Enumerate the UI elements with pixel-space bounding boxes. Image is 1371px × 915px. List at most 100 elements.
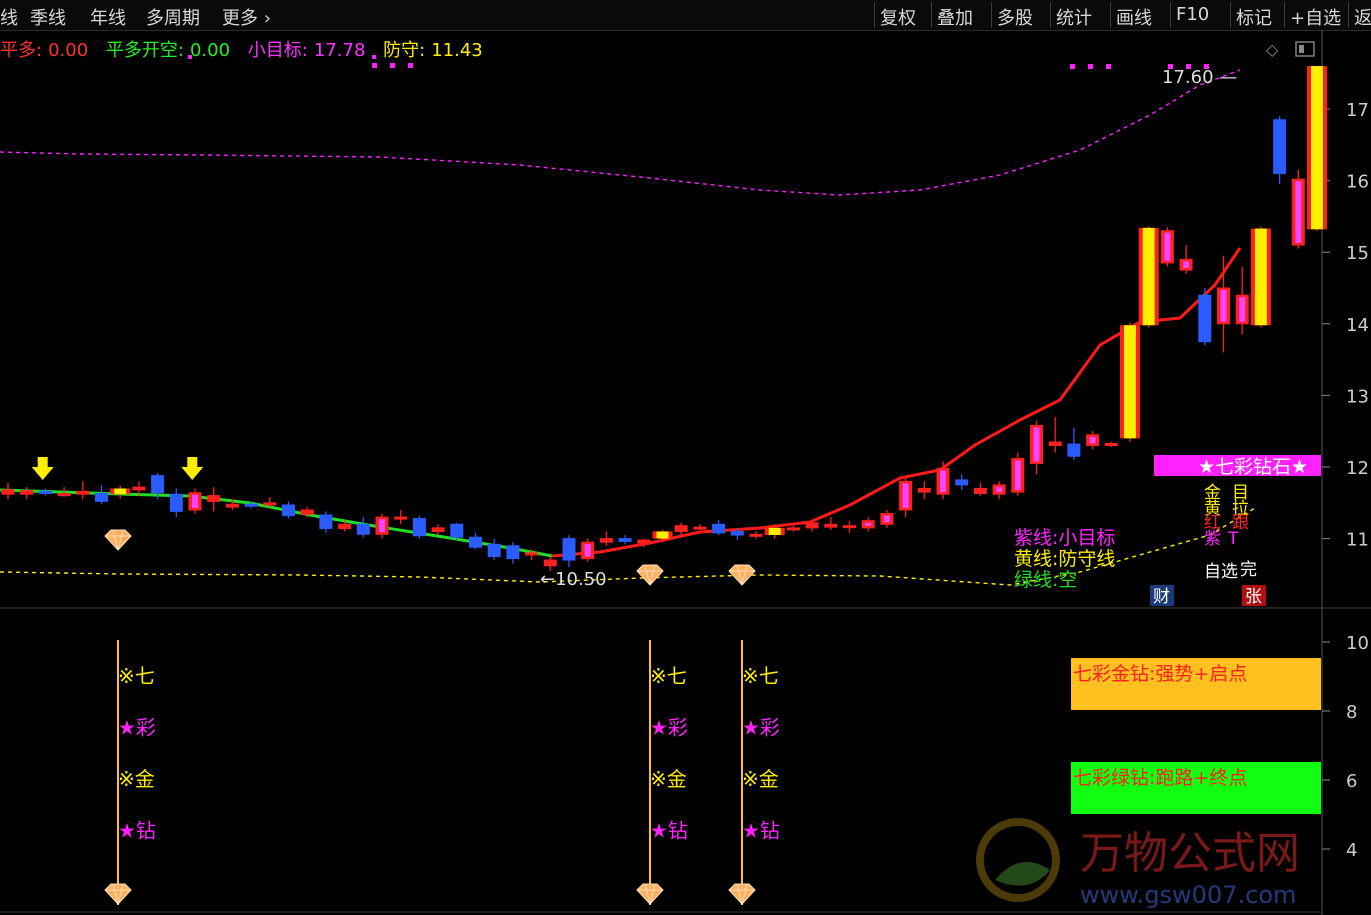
candle-body <box>20 490 34 495</box>
magenta-signal-dot <box>1070 64 1075 69</box>
candle-body <box>599 538 613 543</box>
watermark-url: www.gsw007.com <box>1080 881 1296 909</box>
diamond-toggle-icon: ◇ <box>1266 40 1279 59</box>
candle-body <box>338 523 352 530</box>
signal-text: ※七 <box>650 664 687 688</box>
candle-body-inner <box>173 496 180 510</box>
candle-body <box>263 502 277 506</box>
candle-body <box>1104 442 1118 447</box>
candle-body <box>543 559 557 567</box>
candle-body-inner <box>360 526 367 533</box>
candle-body <box>1142 227 1155 326</box>
y-tick-label: 11 <box>1346 530 1369 551</box>
side-tag-label: 自选 <box>1204 562 1238 582</box>
y-tick-label: 17 <box>1346 100 1369 121</box>
signal-box-text: 七彩绿钻:跑路+终点 <box>1073 767 1247 789</box>
badge-cai: 财 <box>1153 587 1170 607</box>
candle-body <box>955 479 969 486</box>
candle-body-inner <box>1201 297 1208 340</box>
magenta-signal-dot <box>372 63 377 68</box>
candle-body-inner <box>902 483 909 508</box>
panel-toggle-icon-inner <box>1299 45 1304 53</box>
candle-body <box>824 523 838 528</box>
watermark-main: 万物公式网 <box>1080 828 1300 879</box>
candle-body <box>749 533 763 537</box>
panel-diamond-icon <box>728 883 756 905</box>
y-tick-label: 13 <box>1346 386 1369 407</box>
magenta-signal-dot <box>1186 64 1191 69</box>
signal-box-text: 七彩金钻:强势+启点 <box>1073 663 1247 685</box>
candle-body <box>207 495 221 502</box>
candle-body-inner <box>285 506 292 514</box>
watermark-logo-icon <box>976 818 1060 902</box>
signal-text: ★彩 <box>742 716 780 740</box>
magenta-signal-dot <box>372 55 376 59</box>
candle-body <box>1311 66 1323 230</box>
candle-body-inner <box>379 519 385 533</box>
signal-text: ★钻 <box>118 819 156 843</box>
panel-y-tick-label: 4 <box>1346 840 1357 861</box>
candle-body <box>76 490 90 495</box>
candle-body <box>525 552 539 556</box>
candle-body-inner <box>1164 232 1171 261</box>
candle-body <box>805 522 819 529</box>
signal-text: ※七 <box>118 664 155 688</box>
candle-body-inner <box>491 546 498 555</box>
candle-body-inner <box>715 526 722 531</box>
candle-body <box>225 503 239 508</box>
signal-text: ※金 <box>118 767 155 791</box>
candle-body <box>730 530 744 536</box>
badge-zhang: 张 <box>1245 587 1262 607</box>
candle-body <box>431 527 445 532</box>
y-tick-label: 12 <box>1346 458 1369 479</box>
panel-toggle-icon <box>1295 41 1315 57</box>
magenta-signal-dot <box>408 63 413 68</box>
candle-body <box>786 527 800 531</box>
signal-text: ★钻 <box>742 819 780 843</box>
legend-label: 绿线:空 <box>1014 569 1077 591</box>
signal-text: ※七 <box>742 664 779 688</box>
side-tag-label: 完 <box>1240 560 1257 580</box>
stock-chart[interactable]: ◇ 17 16 15 14 13 12 11 17.60 — ←10.50 紫线:小目标黄线:防守线… <box>0 0 1371 915</box>
magenta-signal-dot <box>188 55 192 59</box>
high-price-label: 17.60 — <box>1162 67 1237 88</box>
candle-body <box>1124 325 1136 439</box>
signal-text: ★彩 <box>118 716 156 740</box>
low-price-label: ←10.50 <box>540 569 607 590</box>
signal-text: ※金 <box>742 767 779 791</box>
candle-body-inner <box>98 495 105 500</box>
diamond-icon <box>104 529 132 551</box>
candle-body <box>973 487 987 494</box>
y-tick-label: 14 <box>1346 315 1369 336</box>
side-tag-label: T <box>1227 529 1239 549</box>
candle-body <box>637 539 651 544</box>
candle-body-inner <box>453 526 460 536</box>
candle-body-inner <box>416 520 423 534</box>
candle-body <box>244 503 258 507</box>
purple-target-line <box>0 69 1241 196</box>
magenta-signal-dot <box>1088 64 1093 69</box>
candle-body <box>114 488 127 495</box>
candle-body <box>300 509 314 515</box>
legend-label: 紫线:小目标 <box>1014 527 1115 549</box>
signal-text: ★钻 <box>650 819 688 843</box>
down-arrow-icon <box>181 457 204 480</box>
candle-body <box>618 538 632 542</box>
watermark-leaf-icon <box>995 862 1050 886</box>
candle-body-inner <box>472 539 479 546</box>
candle-body <box>843 525 856 529</box>
signal-text: ※金 <box>650 767 687 791</box>
candle-body-inner <box>1295 181 1302 244</box>
candle-body <box>394 516 408 520</box>
candle-body <box>674 525 688 532</box>
candle-body-inner <box>996 486 1003 493</box>
candle-body-inner <box>865 522 872 526</box>
candle-body-inner <box>154 477 161 491</box>
panel-diamond-icon <box>636 883 664 905</box>
candle-body-inner <box>509 547 516 557</box>
panel-diamond-icon <box>104 883 132 905</box>
candle-body <box>768 527 781 536</box>
candle-body <box>57 492 71 497</box>
candle-body-inner <box>1033 427 1040 462</box>
magenta-signal-dot <box>1204 64 1209 69</box>
